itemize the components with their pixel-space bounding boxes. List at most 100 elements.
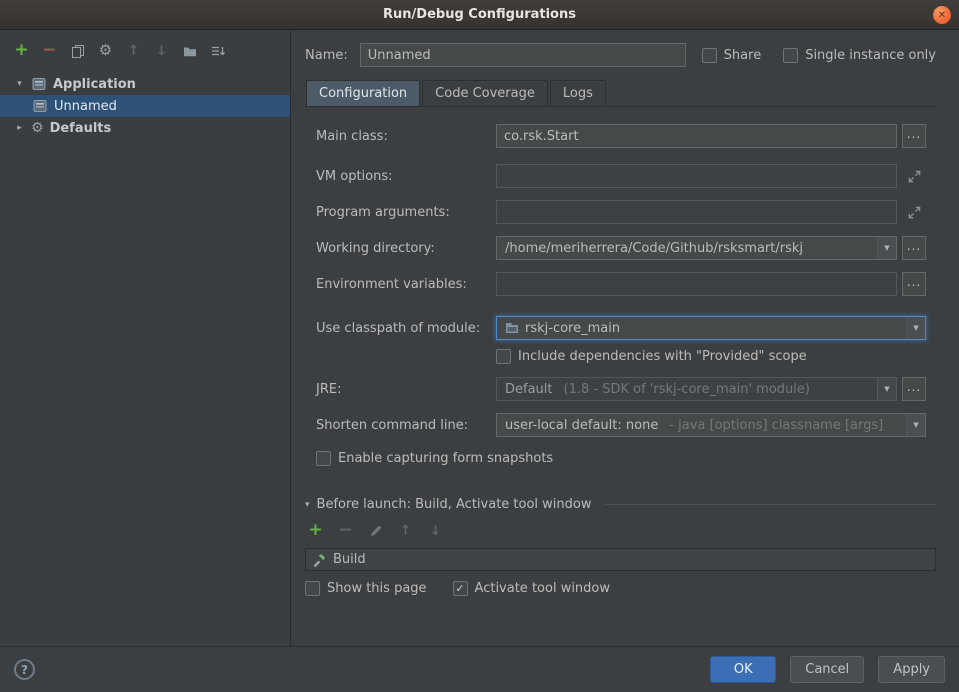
working-directory-combo[interactable]: /home/meriherrera/Code/Github/rsksmart/r…: [496, 236, 897, 260]
before-launch-header[interactable]: ▾ Before launch: Build, Activate tool wi…: [305, 497, 936, 512]
add-task-button[interactable]: +: [307, 522, 324, 539]
arrow-up-icon: ↑: [400, 524, 412, 538]
classpath-module-row: Use classpath of module: rskj-core_main …: [316, 315, 926, 341]
chevron-down-icon[interactable]: ▼: [906, 414, 925, 436]
tab-configuration[interactable]: Configuration: [306, 80, 420, 106]
single-instance-label: Single instance only: [805, 48, 936, 63]
tab-logs[interactable]: Logs: [550, 80, 606, 106]
chevron-down-icon[interactable]: ▾: [305, 500, 310, 510]
show-this-page-checkbox[interactable]: Show this page: [305, 581, 427, 596]
include-dependencies-checkbox[interactable]: Include dependencies with "Provided" sco…: [496, 349, 807, 364]
chevron-down-icon[interactable]: ▼: [877, 378, 896, 400]
shorten-command-line-detail: - java [options] classname [args]: [669, 418, 883, 433]
activate-tool-window-checkbox[interactable]: ✓ Activate tool window: [453, 581, 610, 596]
environment-variables-label: Environment variables:: [316, 277, 496, 292]
tree-item-application[interactable]: ▾ Application: [0, 73, 290, 95]
expand-program-arguments-button[interactable]: [902, 200, 926, 224]
sort-configurations-button[interactable]: [209, 42, 226, 59]
vm-options-input[interactable]: [496, 164, 897, 188]
gear-icon: ⚙: [99, 43, 112, 58]
browse-working-directory-button[interactable]: ...: [902, 236, 926, 260]
remove-configuration-button[interactable]: −: [41, 42, 58, 59]
chevron-right-icon[interactable]: ▸: [14, 123, 25, 133]
tree-item-unnamed[interactable]: Unnamed: [0, 95, 290, 117]
arrow-up-icon: ↑: [128, 44, 140, 58]
move-task-up-button[interactable]: ↑: [397, 522, 414, 539]
arrow-down-icon: ↓: [430, 524, 442, 538]
ok-button[interactable]: OK: [710, 656, 776, 683]
copy-icon: [70, 43, 86, 59]
titlebar[interactable]: Run/Debug Configurations ✕: [0, 0, 959, 30]
main-class-row: Main class: ...: [316, 123, 926, 149]
capture-snapshots-checkbox[interactable]: Enable capturing form snapshots: [316, 451, 553, 466]
cancel-button[interactable]: Cancel: [790, 656, 864, 683]
close-button[interactable]: ✕: [933, 6, 951, 24]
checkbox-box: [316, 451, 331, 466]
pencil-icon: [368, 523, 384, 539]
shorten-command-line-value: user-local default: none: [505, 418, 658, 433]
separator-line: [605, 504, 937, 505]
remove-task-button[interactable]: −: [337, 522, 354, 539]
shorten-command-line-row: Shorten command line: user-local default…: [316, 412, 926, 438]
move-task-down-button[interactable]: ↓: [427, 522, 444, 539]
expand-vm-options-button[interactable]: [902, 164, 926, 188]
working-directory-label: Working directory:: [316, 241, 496, 256]
move-up-button[interactable]: ↑: [125, 42, 142, 59]
configurations-tree: ▾ Application Unnamed ▸ ⚙ Defaults: [0, 73, 290, 139]
browse-main-class-button[interactable]: ...: [902, 124, 926, 148]
sidebar-toolbar: + − ⚙ ↑ ↓: [0, 38, 290, 69]
expand-icon: [907, 169, 922, 184]
ellipsis-icon: ...: [907, 380, 921, 394]
browse-environment-variables-button[interactable]: ...: [902, 272, 926, 296]
create-folder-button[interactable]: [181, 42, 198, 59]
environment-variables-input[interactable]: [496, 272, 897, 296]
plus-icon: +: [14, 42, 28, 59]
edit-task-button[interactable]: [367, 522, 384, 539]
plus-icon: +: [308, 522, 322, 539]
before-launch-task-build[interactable]: Build: [305, 548, 936, 571]
arrow-down-icon: ↓: [156, 44, 168, 58]
activate-tool-window-label: Activate tool window: [475, 581, 610, 596]
help-button[interactable]: ?: [14, 659, 35, 680]
browse-jre-button[interactable]: ...: [902, 377, 926, 401]
chevron-down-icon[interactable]: ▾: [14, 79, 25, 89]
module-icon: [505, 321, 519, 335]
add-configuration-button[interactable]: +: [13, 42, 30, 59]
jre-row: JRE: Default(1.8 - SDK of 'rskj-core_mai…: [316, 376, 926, 402]
ellipsis-icon: ...: [907, 239, 921, 253]
name-label: Name:: [305, 48, 348, 63]
before-launch-options: Show this page ✓ Activate tool window: [305, 581, 936, 596]
chevron-down-icon[interactable]: ▼: [906, 317, 925, 339]
shorten-command-line-combo[interactable]: user-local default: none - java [options]…: [496, 413, 926, 437]
share-checkbox[interactable]: Share: [702, 48, 762, 63]
move-down-button[interactable]: ↓: [153, 42, 170, 59]
program-arguments-label: Program arguments:: [316, 205, 496, 220]
capture-snapshots-label: Enable capturing form snapshots: [338, 451, 553, 466]
tab-code-coverage[interactable]: Code Coverage: [422, 80, 548, 106]
apply-button[interactable]: Apply: [878, 656, 945, 683]
tree-item-label: Defaults: [50, 121, 112, 136]
run-debug-configurations-dialog: Run/Debug Configurations ✕ + − ⚙ ↑ ↓: [0, 0, 959, 692]
task-label: Build: [333, 552, 366, 567]
before-launch-section: ▾ Before launch: Build, Activate tool wi…: [305, 497, 936, 596]
chevron-down-icon[interactable]: ▼: [877, 237, 896, 259]
program-arguments-input[interactable]: [496, 200, 897, 224]
name-input[interactable]: [360, 43, 686, 67]
question-mark-icon: ?: [21, 663, 28, 677]
jre-combo[interactable]: Default(1.8 - SDK of 'rskj-core_main' mo…: [496, 377, 897, 401]
copy-configuration-button[interactable]: [69, 42, 86, 59]
edit-defaults-button[interactable]: ⚙: [97, 42, 114, 59]
main-class-input[interactable]: [496, 124, 897, 148]
ellipsis-icon: ...: [907, 127, 921, 141]
configurations-sidebar: + − ⚙ ↑ ↓ ▾: [0, 30, 291, 646]
dialog-body: + − ⚙ ↑ ↓ ▾: [0, 30, 959, 646]
close-icon: ✕: [938, 10, 946, 21]
tree-item-label: Application: [53, 77, 136, 92]
classpath-module-combo[interactable]: rskj-core_main ▼: [496, 316, 926, 340]
tree-item-defaults[interactable]: ▸ ⚙ Defaults: [0, 117, 290, 139]
working-directory-row: Working directory: /home/meriherrera/Cod…: [316, 235, 926, 261]
folder-icon: [182, 43, 198, 59]
ellipsis-icon: ...: [907, 275, 921, 289]
build-icon: [311, 552, 327, 568]
single-instance-checkbox[interactable]: Single instance only: [783, 48, 936, 63]
